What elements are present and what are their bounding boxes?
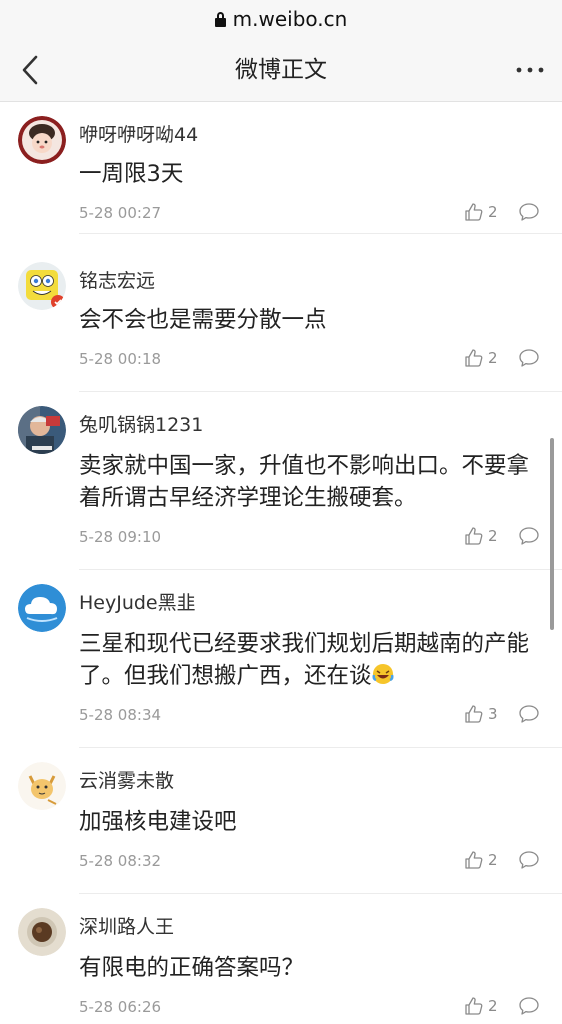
reply-button[interactable] (518, 996, 540, 1020)
girl-avatar-icon (18, 116, 66, 164)
comment-divider (79, 233, 562, 234)
like-count: 2 (488, 997, 498, 1015)
comment-bubble-icon (519, 203, 539, 221)
thumbs-up-icon (465, 851, 483, 869)
comment-bubble-icon (519, 349, 539, 367)
laughing-crying-emoji (372, 664, 394, 684)
browser-address-bar[interactable]: m.weibo.cn (0, 0, 562, 38)
like-count: 2 (488, 527, 498, 545)
page-title: 微博正文 (235, 57, 327, 83)
top-navigation-bar: 微博正文 (0, 38, 562, 102)
lock-icon (214, 11, 226, 27)
like-button[interactable]: 2 (464, 348, 498, 368)
comment-divider (79, 893, 562, 894)
comment-bubble-icon (519, 705, 539, 723)
thumbs-up-icon (465, 997, 483, 1015)
comment-username[interactable]: 深圳路人王 (79, 912, 174, 939)
comment-text-content: 三星和现代已经要求我们规划后期越南的产能了。但我们想搬广西，还在谈 (79, 631, 530, 689)
reply-button[interactable] (518, 348, 540, 372)
like-count: 2 (488, 203, 498, 221)
like-button[interactable]: 3 (464, 704, 498, 724)
reply-button[interactable] (518, 850, 540, 874)
like-count: 2 (488, 349, 498, 367)
user-avatar[interactable] (18, 584, 66, 632)
coffee-avatar-icon (18, 908, 66, 956)
reply-button[interactable] (518, 526, 540, 550)
user-avatar[interactable] (18, 908, 66, 956)
cat-avatar-icon (18, 762, 66, 810)
comment-username[interactable]: 兔叽锅锅1231 (79, 410, 203, 437)
comment-divider (79, 569, 562, 570)
comment-time: 5-28 00:18 (79, 350, 162, 368)
like-button[interactable]: 2 (464, 850, 498, 870)
comment-username[interactable]: HeyJude黑韭 (79, 588, 196, 615)
comment-text: 有限电的正确答案吗？ (79, 955, 305, 981)
url-text: m.weibo.cn (232, 7, 348, 31)
more-dots-icon (516, 67, 544, 73)
reply-button[interactable] (518, 704, 540, 728)
user-avatar[interactable] (18, 116, 66, 164)
like-button[interactable]: 2 (464, 202, 498, 222)
comment-username[interactable]: 铭志宏远 (79, 266, 155, 293)
thumbs-up-icon (465, 527, 483, 545)
comment-bubble-icon (519, 851, 539, 869)
like-button[interactable]: 2 (464, 526, 498, 546)
comment-divider (79, 391, 562, 392)
comment-username[interactable]: 云消雾未散 (79, 766, 174, 793)
comment-bubble-icon (519, 527, 539, 545)
comment-time: 5-28 00:27 (79, 204, 162, 222)
comment-time: 5-28 06:26 (79, 998, 162, 1016)
user-avatar[interactable] (18, 406, 66, 454)
man-avatar-icon (18, 406, 66, 454)
comment-text: 卖家就中国一家，升值也不影响出口。不要拿着所谓古早经济学理论生搬硬套。 (79, 453, 530, 511)
comment-time: 5-28 08:32 (79, 852, 162, 870)
comment-text: 加强核电建设吧 (79, 809, 237, 835)
comment-text: 一周限3天 (79, 161, 184, 187)
comment-time: 5-28 09:10 (79, 528, 162, 546)
like-count: 2 (488, 851, 498, 869)
reply-button[interactable] (518, 202, 540, 226)
spongebob-avatar-icon (18, 262, 66, 310)
cloud-avatar-icon (18, 584, 66, 632)
thumbs-up-icon (465, 705, 483, 723)
like-button[interactable]: 2 (464, 996, 498, 1016)
thumbs-up-icon (465, 203, 483, 221)
comment-divider (79, 747, 562, 748)
comment-bubble-icon (519, 997, 539, 1015)
thumbs-up-icon (465, 349, 483, 367)
comment-time: 5-28 08:34 (79, 706, 162, 724)
more-options-button[interactable] (510, 52, 550, 88)
like-count: 3 (488, 705, 498, 723)
scrollbar-thumb[interactable] (550, 438, 554, 630)
url-display[interactable]: m.weibo.cn (214, 7, 348, 31)
user-avatar[interactable] (18, 762, 66, 810)
user-avatar[interactable] (18, 262, 66, 310)
comment-text: 会不会也是需要分散一点 (79, 307, 327, 333)
comment-text: 三星和现代已经要求我们规划后期越南的产能了。但我们想搬广西，还在谈 (79, 628, 541, 692)
comment-username[interactable]: 咿呀咿呀呦44 (79, 120, 198, 147)
